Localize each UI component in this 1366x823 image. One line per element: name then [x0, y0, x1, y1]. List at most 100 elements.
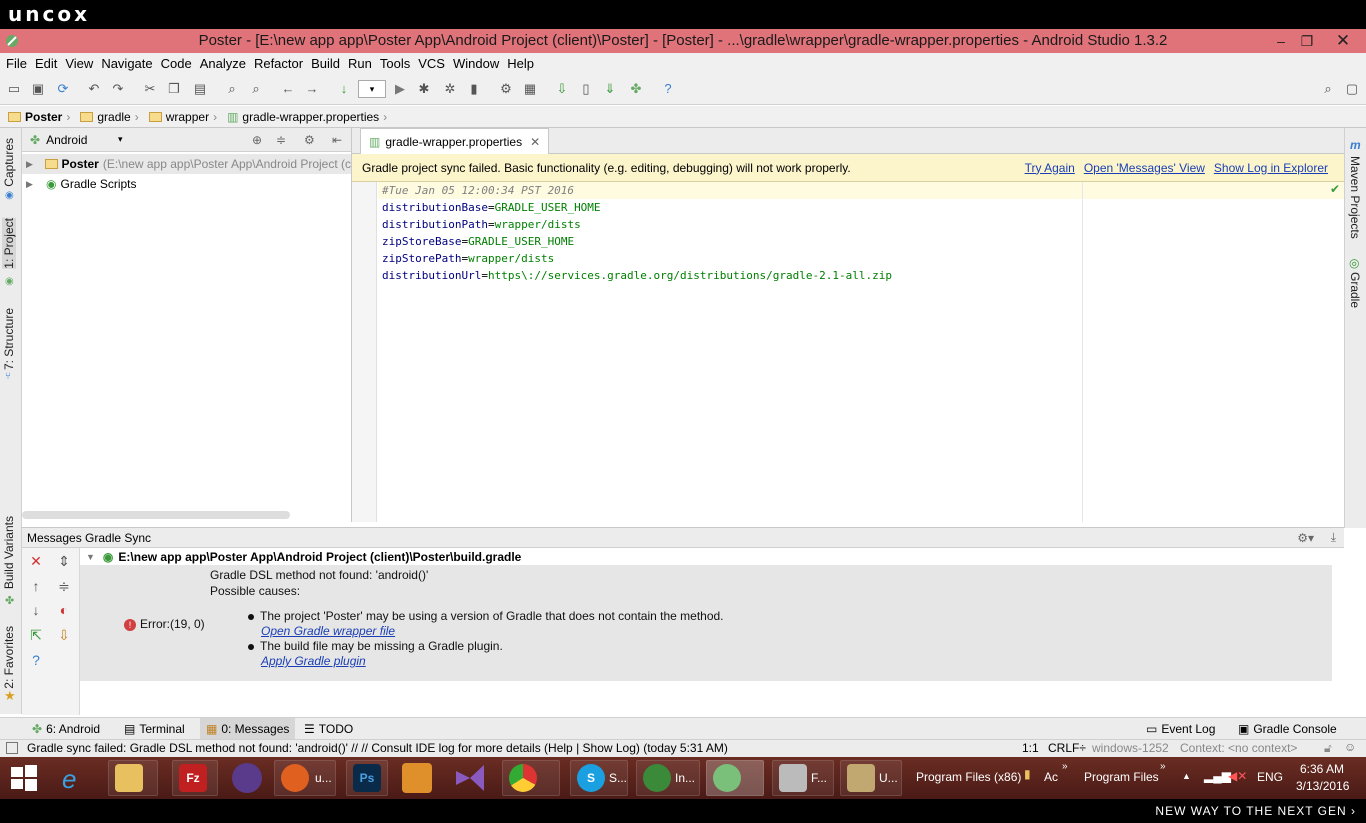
android-studio-taskbar[interactable]	[706, 760, 764, 796]
target-icon[interactable]: ⊕	[252, 133, 262, 147]
breadcrumb-gradle[interactable]: gradle ›	[80, 110, 144, 124]
open-folder-icon[interactable]: ▭	[6, 81, 22, 97]
chrome-taskbar[interactable]	[502, 760, 560, 796]
paste-icon[interactable]: ▤	[192, 81, 208, 97]
project-structure-icon[interactable]: ⚙	[498, 81, 514, 97]
firefox-taskbar[interactable]: u...	[274, 760, 336, 796]
open-messages-link[interactable]: Open 'Messages' View	[1084, 161, 1205, 175]
breadcrumb-poster[interactable]: Poster ›	[8, 110, 76, 124]
chevron-right-icon[interactable]: ▶	[26, 159, 41, 170]
filezilla-taskbar[interactable]: Fz	[172, 760, 218, 796]
minimize-button[interactable]: –	[1268, 29, 1294, 53]
sync-gradle-icon[interactable]: ⇩	[554, 81, 570, 97]
menu-tools[interactable]: Tools	[376, 53, 414, 74]
search-everywhere-icon[interactable]: ⌕	[1320, 81, 1336, 97]
menu-help[interactable]: Help	[503, 53, 538, 74]
network-icon[interactable]: ▂▄▆	[1204, 769, 1231, 783]
coverage-icon[interactable]: ✲	[442, 81, 458, 97]
code-editor[interactable]: #Tue Jan 05 12:00:34 PST 2016 distributi…	[352, 182, 1344, 522]
paint-taskbar[interactable]: U...	[840, 760, 902, 796]
show-hidden-icons[interactable]: ▲	[1182, 771, 1191, 781]
download-icon[interactable]: ⇩	[56, 627, 72, 643]
start-button[interactable]	[10, 765, 38, 791]
attach-debugger-icon[interactable]: ▮	[466, 81, 482, 97]
sync-icon[interactable]: ⟳	[55, 81, 71, 97]
tab-build-variants[interactable]: Build Variants	[2, 516, 16, 589]
hide-panel-icon[interactable]: ⇤	[332, 133, 342, 147]
back-icon[interactable]: ←	[280, 81, 296, 97]
horizontal-scrollbar[interactable]	[22, 511, 290, 519]
filter-errors-icon[interactable]: ◐	[56, 602, 72, 618]
eclipse-icon[interactable]	[232, 763, 262, 793]
gear-icon[interactable]: ⚙	[304, 133, 315, 147]
tab-captures[interactable]: Captures	[2, 138, 16, 187]
internet-explorer-icon[interactable]: e	[62, 764, 76, 795]
replace-icon[interactable]: ⌕	[248, 81, 264, 97]
find-icon[interactable]: ⌕	[224, 81, 240, 97]
menu-run[interactable]: Run	[344, 53, 376, 74]
run-icon[interactable]: ▶	[392, 81, 408, 97]
line-separator[interactable]: CRLF÷	[1048, 741, 1086, 755]
make-project-icon[interactable]: ↓	[336, 81, 352, 97]
user-icon[interactable]: ▢	[1344, 81, 1360, 97]
try-again-link[interactable]: Try Again	[1025, 161, 1075, 175]
open-gradle-wrapper-link[interactable]: Open Gradle wrapper file	[261, 624, 395, 638]
menu-edit[interactable]: Edit	[31, 53, 61, 74]
caret-position[interactable]: 1:1	[1022, 741, 1039, 755]
previous-icon[interactable]: ↑	[28, 578, 44, 594]
menu-code[interactable]: Code	[157, 53, 196, 74]
export-icon[interactable]: ⇱	[28, 627, 44, 643]
clock-time[interactable]: 6:36 AM	[1300, 762, 1344, 776]
tab-messages[interactable]: ▦ 0: Messages	[200, 718, 296, 740]
menu-navigate[interactable]: Navigate	[97, 53, 156, 74]
maximize-button[interactable]: ❐	[1294, 29, 1320, 53]
chevron-down-icon[interactable]: ▾	[118, 134, 123, 145]
toolbar-folder-3[interactable]: Program Files	[1084, 770, 1159, 784]
forward-icon[interactable]: →	[304, 81, 320, 97]
context[interactable]: Context: <no context>	[1180, 741, 1297, 755]
file-encoding[interactable]: windows-1252	[1092, 741, 1169, 755]
breadcrumb-file[interactable]: ▥ gradle-wrapper.properties ›	[227, 110, 393, 124]
view-selector[interactable]: Android	[46, 133, 87, 147]
avd-manager-icon[interactable]: ▯	[578, 81, 594, 97]
volume-icon[interactable]: ◀✕	[1228, 769, 1247, 783]
chevron-right-icon[interactable]: »	[1062, 761, 1068, 772]
tab-android[interactable]: ✤ 6: Android	[26, 718, 106, 740]
run-config-dropdown[interactable]: ▾	[358, 80, 386, 98]
collapse-all-icon[interactable]: ≑	[56, 578, 72, 594]
tree-item-gradle-scripts[interactable]: ▶ ◉ Gradle Scripts	[22, 174, 351, 194]
tab-gradle-console[interactable]: ▣ Gradle Console	[1232, 718, 1343, 740]
tree-item-poster[interactable]: ▶ Poster (E:\new app app\Poster App\Andr…	[22, 154, 351, 174]
show-log-link[interactable]: Show Log in Explorer	[1214, 161, 1328, 175]
gear-icon[interactable]: ⚙▾	[1297, 531, 1314, 545]
debug-icon[interactable]: ✱	[416, 81, 432, 97]
skype-taskbar[interactable]: S S...	[570, 760, 628, 796]
android-monitor-icon[interactable]: ✤	[628, 81, 644, 97]
photoshop-taskbar[interactable]: Ps	[346, 760, 388, 796]
menu-refactor[interactable]: Refactor	[250, 53, 307, 74]
collapse-icon[interactable]: ≑	[276, 133, 286, 147]
tab-todo[interactable]: ☰ TODO	[298, 718, 359, 740]
status-text[interactable]: Gradle sync failed: Gradle DSL method no…	[27, 741, 728, 755]
apply-gradle-plugin-link[interactable]: Apply Gradle plugin	[261, 654, 366, 668]
toggle-tool-windows-icon[interactable]	[6, 742, 18, 754]
chevron-right-icon[interactable]: »	[1160, 761, 1166, 772]
tab-event-log[interactable]: ▭ Event Log	[1140, 718, 1221, 740]
visual-studio-icon[interactable]	[454, 763, 486, 793]
tab-structure[interactable]: 7: Structure	[2, 308, 16, 370]
sdk-manager-icon[interactable]: ⇓	[602, 81, 618, 97]
breadcrumb-wrapper[interactable]: wrapper ›	[148, 110, 223, 124]
save-icon[interactable]: ▣	[30, 81, 46, 97]
menu-analyze[interactable]: Analyze	[196, 53, 250, 74]
toolbar-folder-2[interactable]: Ac	[1044, 770, 1058, 784]
tab-project[interactable]: 1: Project	[2, 218, 16, 269]
menu-build[interactable]: Build	[307, 53, 344, 74]
tab-maven-projects[interactable]: Maven Projects	[1348, 156, 1362, 239]
hide-panel-icon[interactable]: ⤓	[1331, 530, 1336, 545]
chevron-down-icon[interactable]: ▼	[86, 552, 95, 562]
redo-icon[interactable]: ↷	[110, 81, 126, 97]
copy-icon[interactable]: ❐	[166, 81, 182, 97]
menu-vcs[interactable]: VCS	[414, 53, 449, 74]
tab-gradle[interactable]: Gradle	[1348, 272, 1362, 308]
media-player-icon[interactable]	[402, 763, 432, 793]
